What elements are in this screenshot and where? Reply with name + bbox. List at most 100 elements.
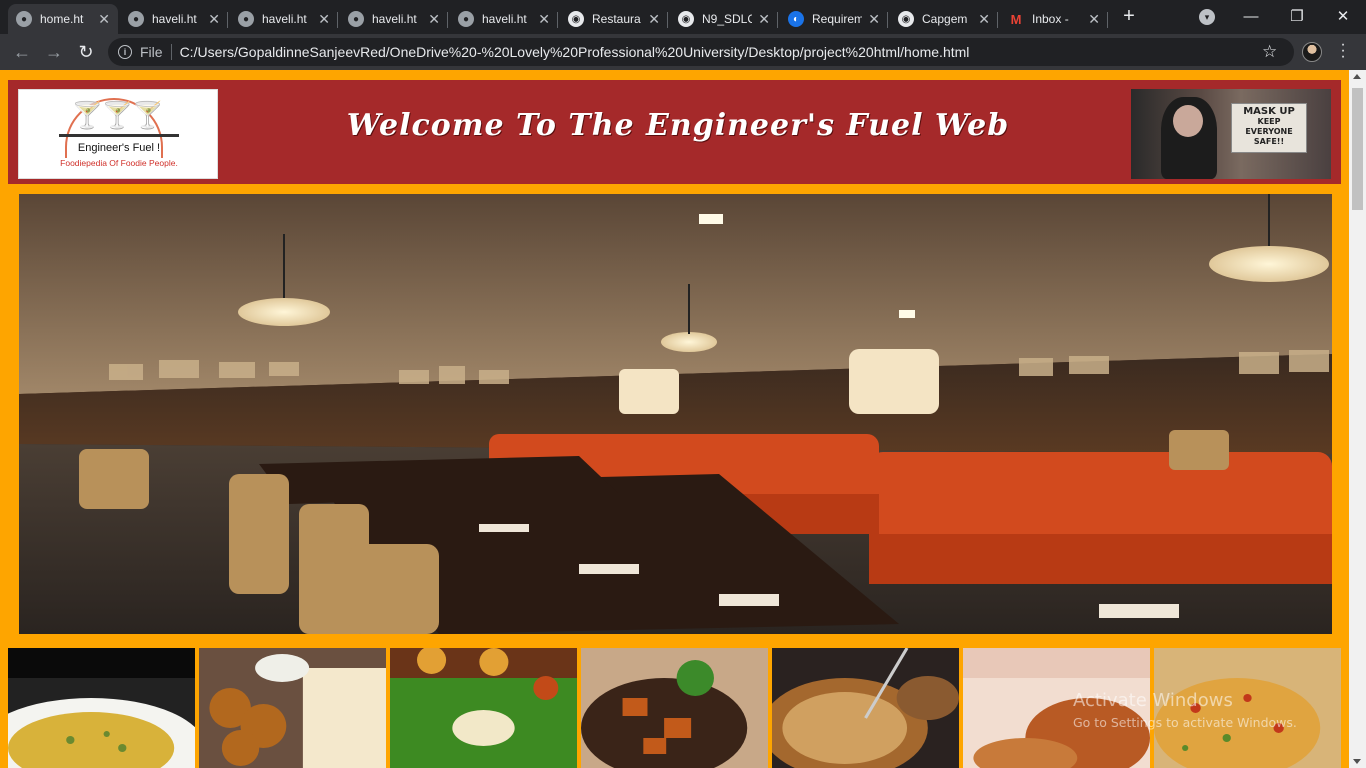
profile-avatar[interactable]: [1302, 42, 1322, 62]
menu-kebab-icon[interactable]: · · ·: [1338, 37, 1348, 65]
page-scrollbar[interactable]: [1349, 70, 1366, 768]
tab-title: Inbox -: [1032, 12, 1069, 26]
close-tab-icon[interactable]: ✕: [208, 11, 220, 28]
close-tab-icon[interactable]: ✕: [868, 11, 880, 28]
tab-capgemini-github[interactable]: ◉ Capgem ✕: [890, 4, 998, 34]
activate-windows-subtitle: Go to Settings to activate Windows.: [1073, 715, 1297, 730]
tab-sdlc-github[interactable]: ◉ N9_SDLC ✕: [670, 4, 778, 34]
close-tab-icon[interactable]: ✕: [538, 11, 550, 28]
tab-separator: [337, 12, 338, 28]
bookmark-star-icon[interactable]: ☆: [1262, 42, 1277, 62]
logo-name: Engineer's Fuel !: [77, 142, 161, 154]
github-icon: ◉: [678, 11, 694, 27]
mask-sign-line1: MASK UP: [1243, 106, 1295, 117]
tab-separator: [997, 12, 998, 28]
tab-title: Capgem: [922, 12, 968, 26]
activate-windows-title: Activate Windows: [1073, 690, 1233, 711]
page-viewport: 🍸🍸🍸 Engineer's Fuel ! Foodiepedia Of Foo…: [0, 70, 1349, 768]
globe-icon: ●: [238, 11, 254, 27]
tab-haveli-2[interactable]: ● haveli.ht ✕: [230, 4, 338, 34]
tab-inbox-gmail[interactable]: M Inbox - ✕: [1000, 4, 1108, 34]
tab-strip: ● home.ht ✕ ● haveli.ht ✕ ● haveli.ht ✕ …: [0, 0, 1366, 34]
restore-button[interactable]: ❐: [1274, 0, 1320, 32]
gallery-image-noodles: [772, 648, 959, 768]
tab-separator: [557, 12, 558, 28]
tab-title: haveli.ht: [372, 12, 417, 26]
close-tab-icon[interactable]: ✕: [648, 11, 660, 28]
gallery-image-pulao: [8, 648, 195, 768]
close-tab-icon[interactable]: ✕: [428, 11, 440, 28]
gmail-icon: M: [1010, 11, 1022, 27]
tab-separator: [887, 12, 888, 28]
tab-title: N9_SDLC: [702, 12, 753, 26]
tab-haveli-3[interactable]: ● haveli.ht ✕: [340, 4, 448, 34]
close-tab-icon[interactable]: ✕: [758, 11, 770, 28]
gallery-image-banana-leaf-meal: [390, 648, 577, 768]
food-illustration: [772, 648, 959, 768]
tab-requirements[interactable]: ◐ Requirem ✕: [780, 4, 888, 34]
tab-title: home.ht: [40, 12, 84, 26]
logo-tagline: Foodiepedia Of Foodie People.: [60, 158, 178, 168]
tab-separator: [667, 12, 668, 28]
github-icon: ◉: [898, 11, 914, 27]
gallery-image-vada-dosa: [199, 648, 386, 768]
app-icon: ◐: [788, 11, 804, 27]
tab-title: haveli.ht: [262, 12, 307, 26]
restaurant-hero-image: [19, 194, 1332, 634]
restaurant-interior-illustration: [19, 194, 1332, 634]
globe-icon: ●: [348, 11, 364, 27]
logo-band: [59, 134, 179, 137]
tab-restaurant-github[interactable]: ◉ Restaura ✕: [560, 4, 668, 34]
minimize-button[interactable]: —: [1228, 0, 1274, 32]
food-illustration: [8, 648, 195, 768]
mask-sign-line2: KEEP: [1257, 117, 1281, 126]
forward-arrow-icon[interactable]: →: [42, 40, 66, 64]
info-icon[interactable]: i: [118, 45, 132, 59]
tab-home[interactable]: ● home.ht ✕: [8, 4, 118, 34]
tab-haveli-4[interactable]: ● haveli.ht ✕: [450, 4, 558, 34]
tab-search-icon[interactable]: ▾: [1199, 9, 1215, 25]
gallery-image-chilli-paneer: [581, 648, 768, 768]
tab-title: haveli.ht: [482, 12, 527, 26]
tab-separator: [447, 12, 448, 28]
mask-up-image: MASK UP KEEP EVERYONE SAFE!!: [1131, 89, 1331, 179]
browser-toolbar: ← → ↻ i File C:/Users/GopaldinneSanjeevR…: [0, 34, 1366, 70]
close-tab-icon[interactable]: ✕: [1088, 11, 1100, 28]
tab-haveli-1[interactable]: ● haveli.ht ✕: [120, 4, 228, 34]
close-tab-icon[interactable]: ✕: [318, 11, 330, 28]
security-label: File: [140, 44, 163, 60]
reload-icon[interactable]: ↻: [74, 40, 98, 64]
mask-sign-line3: EVERYONE: [1245, 127, 1293, 136]
tab-title: haveli.ht: [152, 12, 197, 26]
url-text[interactable]: C:/Users/GopaldinneSanjeevRed/OneDrive%2…: [180, 44, 970, 60]
mask-sign: MASK UP KEEP EVERYONE SAFE!!: [1231, 103, 1307, 153]
address-bar[interactable]: i File C:/Users/GopaldinneSanjeevRed/One…: [108, 38, 1294, 66]
cocktail-glasses-icon: 🍸🍸🍸: [71, 100, 164, 130]
close-window-button[interactable]: ✕: [1320, 0, 1366, 32]
food-illustration: [581, 648, 768, 768]
food-illustration: [199, 648, 386, 768]
tab-separator: [1107, 12, 1108, 28]
back-arrow-icon[interactable]: ←: [10, 40, 34, 64]
welcome-title: Welcome To The Engineer's Fuel Web: [346, 108, 1010, 143]
mask-sign-line4: SAFE!!: [1253, 137, 1285, 146]
tab-title: Restaura: [592, 12, 641, 26]
site-logo: 🍸🍸🍸 Engineer's Fuel ! Foodiepedia Of Foo…: [18, 89, 218, 179]
tab-separator: [777, 12, 778, 28]
close-tab-icon[interactable]: ✕: [98, 11, 110, 28]
globe-icon: ●: [128, 11, 144, 27]
tab-title: Requirem: [812, 12, 863, 26]
person-face: [1173, 105, 1203, 137]
food-illustration: [390, 648, 577, 768]
scrollbar-thumb[interactable]: [1352, 88, 1363, 210]
globe-icon: ●: [16, 11, 32, 27]
globe-icon: ●: [458, 11, 474, 27]
github-icon: ◉: [568, 11, 584, 27]
tab-separator: [227, 12, 228, 28]
site-header: 🍸🍸🍸 Engineer's Fuel ! Foodiepedia Of Foo…: [8, 80, 1341, 184]
scroll-up-arrow-icon[interactable]: [1353, 74, 1361, 79]
scroll-down-arrow-icon[interactable]: [1353, 759, 1361, 764]
close-tab-icon[interactable]: ✕: [978, 11, 990, 28]
address-divider: [170, 44, 172, 60]
new-tab-button[interactable]: +: [1118, 6, 1140, 28]
